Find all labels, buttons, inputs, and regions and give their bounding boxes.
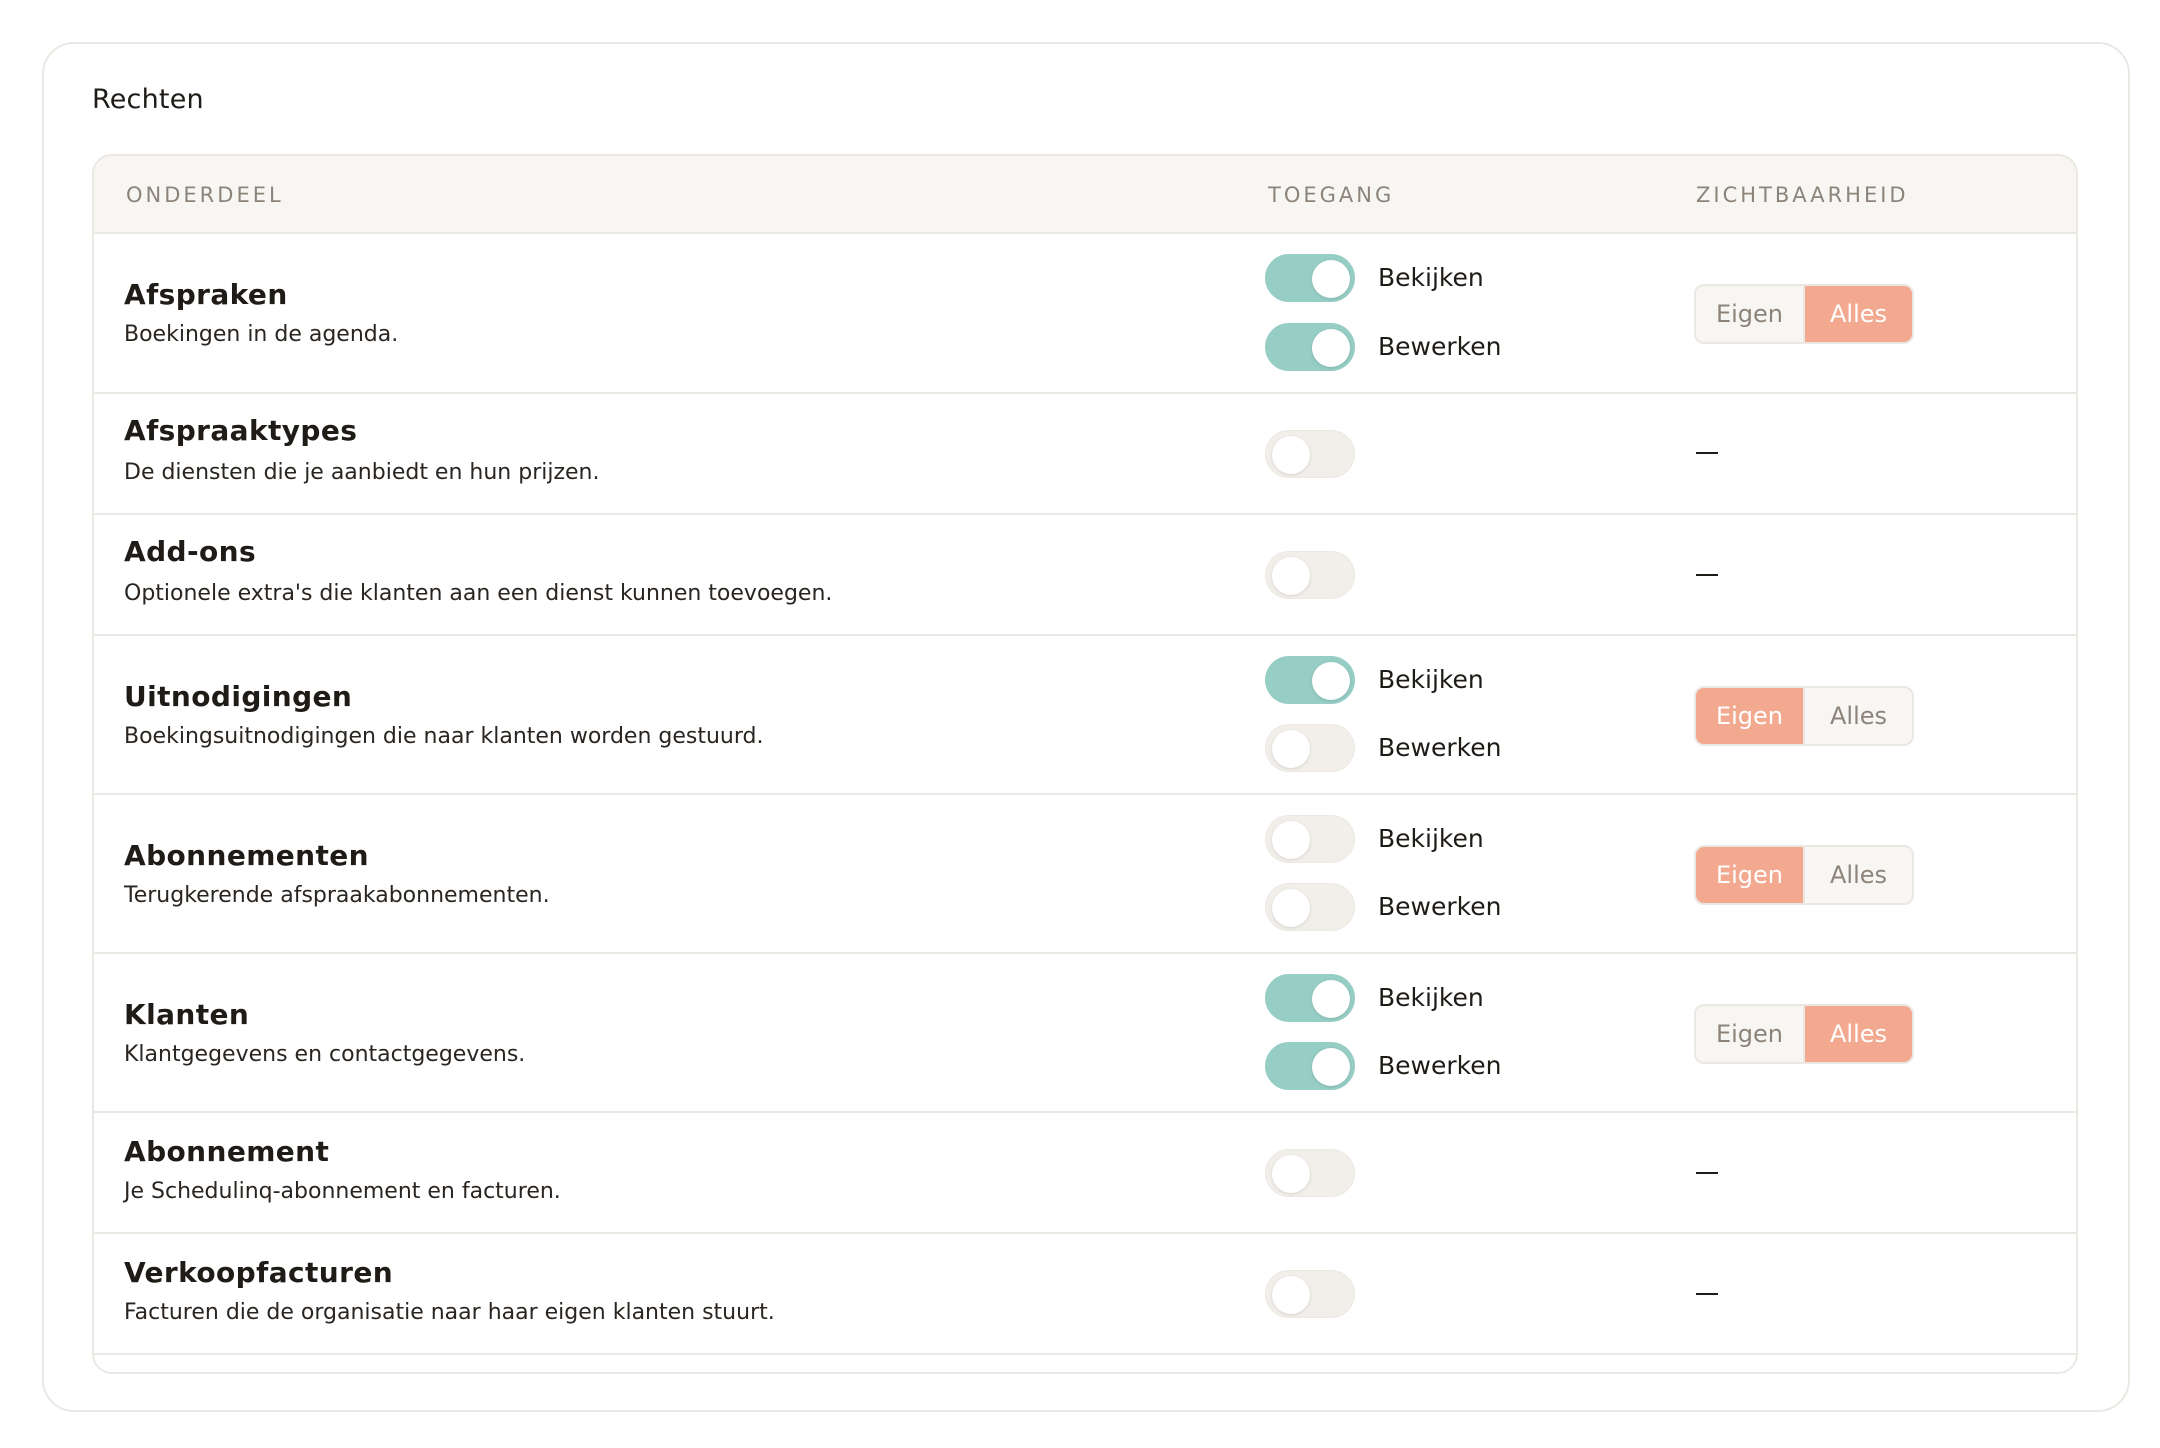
table-row-afspraaktypes: Afspraaktypes De diensten die je aanbied… <box>94 394 2076 515</box>
row-title: Abonnement <box>124 1135 330 1168</box>
access-toggle[interactable] <box>1265 1149 1355 1197</box>
toggle-knob <box>1272 1155 1310 1193</box>
no-visibility-dash <box>1696 452 1718 454</box>
table-row-klanten: Klanten Klantgegevens en contactgegevens… <box>94 954 2076 1113</box>
permissions-table: ONDERDEEL TOEGANG ZICHTBAARHEID Afsprake… <box>92 154 2078 1374</box>
edit-label: Bewerken <box>1378 733 1502 762</box>
row-title: Uitnodigingen <box>124 680 353 713</box>
row-title: Abonnementen <box>124 839 370 872</box>
access-toggle[interactable] <box>1265 1270 1355 1318</box>
row-description: Boekingsuitnodigingen die naar klanten w… <box>124 724 764 749</box>
table-header: ONDERDEEL TOEGANG ZICHTBAARHEID <box>94 156 2076 234</box>
edit-toggle[interactable] <box>1265 1042 1355 1090</box>
toggle-knob <box>1272 730 1310 768</box>
visibility-segmented-control: Eigen Alles <box>1694 845 1914 905</box>
row-description: Je Schedulinq-abonnement en facturen. <box>124 1179 561 1204</box>
toggle-knob <box>1272 436 1310 474</box>
toggle-knob <box>1312 662 1350 700</box>
visibility-segmented-control: Eigen Alles <box>1694 1004 1914 1064</box>
view-label: Bekijken <box>1378 665 1484 694</box>
edit-toggle[interactable] <box>1265 883 1355 931</box>
row-title: Add-ons <box>124 535 257 568</box>
view-toggle[interactable] <box>1265 974 1355 1022</box>
visibility-own-button[interactable]: Eigen <box>1696 286 1803 342</box>
visibility-all-button[interactable]: Alles <box>1803 688 1912 744</box>
no-visibility-dash <box>1696 1293 1718 1295</box>
row-title: Verkoopfacturen <box>124 1256 394 1289</box>
toggle-knob <box>1312 1048 1350 1086</box>
table-row-add-ons: Add-ons Optionele extra's die klanten aa… <box>94 515 2076 636</box>
row-title: Klanten <box>124 998 250 1031</box>
edit-toggle[interactable] <box>1265 724 1355 772</box>
toggle-knob <box>1312 260 1350 298</box>
toggle-knob <box>1272 889 1310 927</box>
table-row-abonnementen: Abonnementen Terugkerende afspraakabonne… <box>94 795 2076 954</box>
row-description: Optionele extra's die klanten aan een di… <box>124 581 833 606</box>
visibility-all-button[interactable]: Alles <box>1803 1006 1912 1062</box>
visibility-segmented-control: Eigen Alles <box>1694 686 1914 746</box>
view-label: Bekijken <box>1378 824 1484 853</box>
toggle-knob <box>1312 329 1350 367</box>
row-title: Afspraken <box>124 278 288 311</box>
visibility-all-button[interactable]: Alles <box>1803 286 1912 342</box>
access-toggle[interactable] <box>1265 430 1355 478</box>
visibility-segmented-control: Eigen Alles <box>1694 284 1914 344</box>
row-description: De diensten die je aanbiedt en hun prijz… <box>124 460 600 485</box>
view-label: Bekijken <box>1378 983 1484 1012</box>
toggle-knob <box>1272 1276 1310 1314</box>
toggle-knob <box>1272 821 1310 859</box>
column-header-section: ONDERDEEL <box>126 183 284 207</box>
row-description: Boekingen in de agenda. <box>124 322 399 347</box>
row-description: Terugkerende afspraakabonnementen. <box>124 883 550 908</box>
toggle-knob <box>1312 980 1350 1018</box>
edit-label: Bewerken <box>1378 332 1502 361</box>
table-row-verkoopfacturen: Verkoopfacturen Facturen die de organisa… <box>94 1234 2076 1355</box>
permissions-card: Rechten ONDERDEEL TOEGANG ZICHTBAARHEID … <box>42 42 2130 1412</box>
edit-label: Bewerken <box>1378 1051 1502 1080</box>
visibility-own-button[interactable]: Eigen <box>1696 1006 1803 1062</box>
table-row-uitnodigingen: Uitnodigingen Boekingsuitnodigingen die … <box>94 636 2076 795</box>
toggle-knob <box>1272 557 1310 595</box>
visibility-own-button[interactable]: Eigen <box>1696 847 1803 903</box>
no-visibility-dash <box>1696 574 1718 576</box>
edit-label: Bewerken <box>1378 892 1502 921</box>
view-label: Bekijken <box>1378 263 1484 292</box>
visibility-own-button[interactable]: Eigen <box>1696 688 1803 744</box>
table-row-afspraken: Afspraken Boekingen in de agenda. Bekijk… <box>94 234 2076 394</box>
column-header-access: TOEGANG <box>1268 183 1395 207</box>
no-visibility-dash <box>1696 1172 1718 1174</box>
access-toggle[interactable] <box>1265 551 1355 599</box>
visibility-all-button[interactable]: Alles <box>1803 847 1912 903</box>
table-row-abonnement: Abonnement Je Schedulinq-abonnement en f… <box>94 1113 2076 1234</box>
row-description: Facturen die de organisatie naar haar ei… <box>124 1300 775 1325</box>
row-title: Afspraaktypes <box>124 414 358 447</box>
view-toggle[interactable] <box>1265 656 1355 704</box>
column-header-visibility: ZICHTBAARHEID <box>1696 183 1909 207</box>
view-toggle[interactable] <box>1265 254 1355 302</box>
row-description: Klantgegevens en contactgegevens. <box>124 1042 526 1067</box>
card-title: Rechten <box>92 84 204 115</box>
edit-toggle[interactable] <box>1265 323 1355 371</box>
view-toggle[interactable] <box>1265 815 1355 863</box>
